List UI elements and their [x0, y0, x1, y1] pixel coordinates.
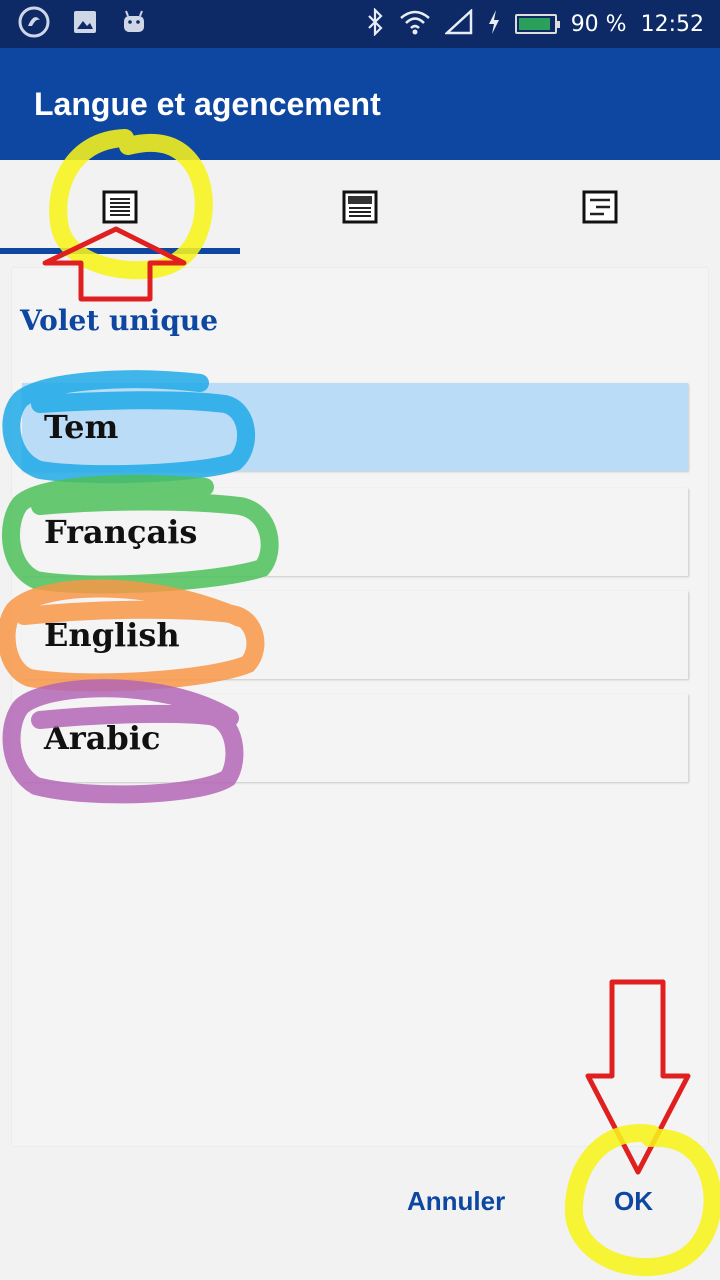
language-label: English — [44, 616, 180, 654]
language-item-francais[interactable]: Français — [22, 488, 688, 576]
layout-tabs — [0, 160, 720, 256]
language-item-tem[interactable]: Tem — [22, 383, 688, 471]
clock: 12:52 — [640, 11, 704, 37]
double-pane-layout-icon — [342, 190, 378, 256]
tab-split-layout[interactable] — [480, 160, 720, 256]
app-bar: Langue et agencement — [0, 48, 720, 160]
app-logo-icon — [18, 6, 50, 43]
language-item-english[interactable]: English — [22, 591, 688, 679]
tab-single-pane[interactable] — [0, 160, 240, 256]
image-icon — [72, 9, 98, 40]
selected-tab-indicator — [0, 248, 240, 254]
page-title: Langue et agencement — [34, 86, 381, 122]
language-panel: Volet unique Tem Français English Arabic — [12, 268, 708, 1146]
battery-icon — [514, 14, 560, 34]
language-label: Français — [44, 513, 198, 551]
battery-level-fill — [518, 18, 550, 30]
status-bar: 90 % 12:52 — [0, 0, 720, 48]
charging-icon — [487, 9, 501, 40]
battery-percent: 90 % — [570, 11, 627, 37]
single-pane-layout-icon — [102, 190, 138, 256]
bluetooth-icon — [365, 6, 385, 41]
language-label: Arabic — [44, 719, 161, 757]
tab-double-pane[interactable] — [240, 160, 480, 256]
cancel-button[interactable]: Annuler — [407, 1186, 505, 1217]
section-title: Volet unique — [20, 304, 219, 337]
signal-icon — [443, 7, 473, 40]
language-label: Tem — [44, 408, 119, 446]
ok-button[interactable]: OK — [614, 1186, 653, 1217]
split-layout-icon — [582, 190, 618, 256]
wifi-icon — [399, 8, 431, 41]
language-item-arabic[interactable]: Arabic — [22, 694, 688, 782]
android-icon — [120, 8, 148, 41]
